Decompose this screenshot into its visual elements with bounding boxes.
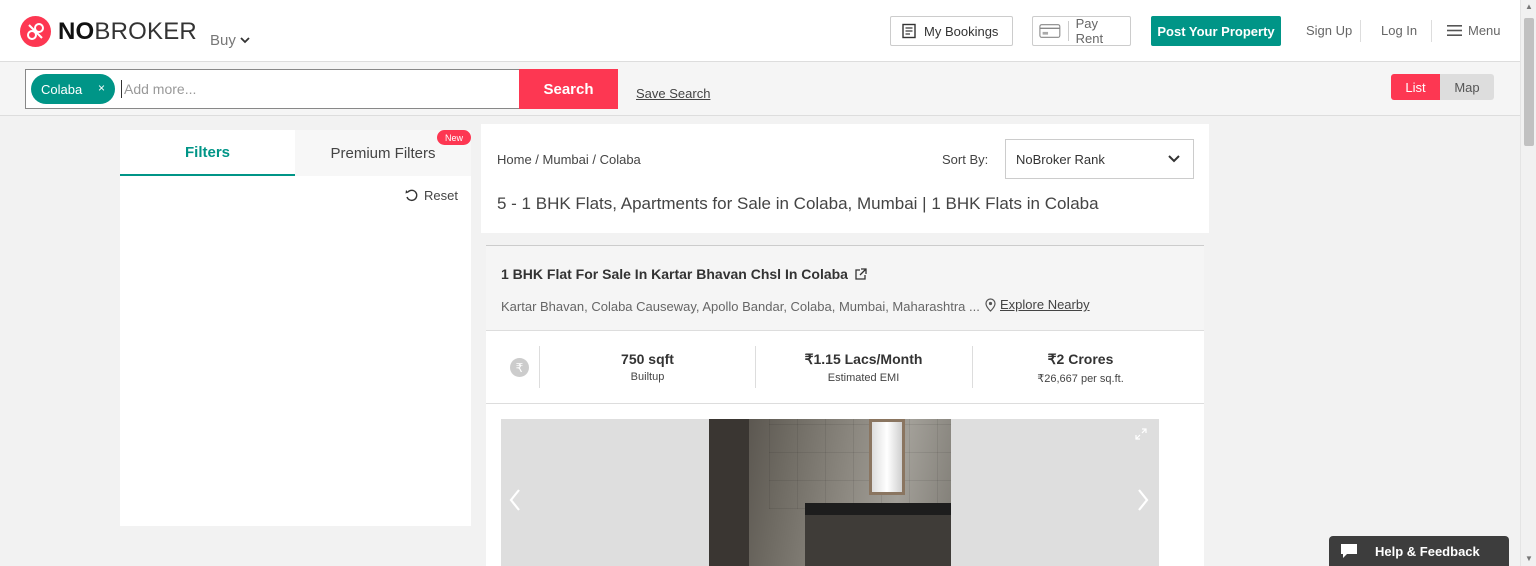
save-search-link[interactable]: Save Search (636, 86, 710, 101)
stat-label: Estimated EMI (827, 372, 900, 384)
log-in-link[interactable]: Log In (1381, 23, 1417, 38)
photo-counter (805, 503, 951, 515)
scroll-up-icon[interactable]: ▲ (1525, 2, 1533, 11)
location-chip[interactable]: Colaba × (31, 74, 115, 104)
sort-select[interactable]: NoBroker Rank (1005, 139, 1194, 179)
listing-stats: ₹ 750 sqft Builtup ₹1.15 Lacs/Month Esti… (486, 332, 1204, 404)
chevron-down-icon (1168, 155, 1180, 163)
location-chip-label: Colaba (41, 81, 83, 97)
reset-label: Reset (424, 188, 458, 203)
results-header: Home / Mumbai / Colaba Sort By: NoBroker… (481, 124, 1209, 233)
my-bookings-label: My Bookings (924, 23, 999, 39)
nobroker-logo[interactable]: NOBROKER (20, 16, 197, 47)
header-divider (1431, 20, 1432, 42)
chat-bubble-icon (1341, 544, 1357, 558)
logo-icon (20, 16, 51, 47)
top-header: NOBROKER Buy My Bookings Pay Rent Post Y… (0, 0, 1520, 62)
stat-area: 750 sqft Builtup (539, 346, 755, 388)
photo-window (869, 419, 905, 495)
logo-text: NOBROKER (58, 17, 197, 45)
search-button[interactable]: Search (519, 69, 618, 109)
chip-close-icon[interactable]: × (98, 81, 105, 95)
header-divider (1360, 20, 1361, 42)
view-toggle: List Map (1391, 74, 1494, 100)
card-icon (1039, 24, 1061, 38)
stat-label: Builtup (630, 371, 665, 383)
search-box[interactable]: Colaba × Add more... (25, 69, 520, 109)
reset-button[interactable]: Reset (405, 188, 458, 203)
buy-label: Buy (210, 32, 236, 49)
new-badge: New (437, 130, 471, 145)
stat-label: ₹26,667 per sq.ft. (1037, 373, 1124, 385)
pay-rent-label: Pay Rent (1075, 16, 1104, 46)
listing-title: 1 BHK Flat For Sale In Kartar Bhavan Chs… (501, 266, 848, 282)
stat-value: 750 sqft (621, 351, 674, 367)
scrollbar-thumb[interactable] (1524, 18, 1534, 146)
list-view-button[interactable]: List (1391, 74, 1440, 100)
photo-gallery[interactable] (501, 419, 1159, 566)
my-bookings-button[interactable]: My Bookings (890, 16, 1013, 46)
stat-value: ₹1.15 Lacs/Month (804, 351, 923, 367)
sign-up-link[interactable]: Sign Up (1306, 23, 1352, 38)
photo-tiles (769, 419, 951, 509)
page-scrollbar[interactable]: ▲ ▼ (1520, 0, 1536, 566)
reset-icon (405, 189, 418, 202)
rupee-icon: ₹ (510, 358, 529, 377)
external-link-icon (855, 267, 867, 280)
listing-card: 1 BHK Flat For Sale In Kartar Bhavan Chs… (486, 245, 1204, 566)
filters-panel: Filters Premium Filters New Reset (120, 130, 471, 526)
buy-dropdown[interactable]: Buy (210, 32, 250, 49)
pay-rent-button[interactable]: Pay Rent (1032, 16, 1131, 46)
stat-emi: ₹1.15 Lacs/Month Estimated EMI (755, 346, 971, 388)
sort-label: Sort By: (942, 152, 989, 167)
menu-button[interactable]: Menu (1447, 23, 1501, 38)
sort-value: NoBroker Rank (1016, 151, 1105, 167)
photo-cabinet (805, 515, 951, 566)
tab-filters[interactable]: Filters (120, 130, 295, 176)
map-view-button[interactable]: Map (1440, 74, 1494, 100)
explore-nearby-link[interactable]: Explore Nearby (985, 297, 1090, 312)
breadcrumb[interactable]: Home / Mumbai / Colaba (497, 152, 641, 167)
photo-shadow (709, 419, 749, 566)
explore-nearby-label: Explore Nearby (1000, 297, 1090, 312)
post-property-button[interactable]: Post Your Property (1151, 16, 1281, 46)
results-title: 5 - 1 BHK Flats, Apartments for Sale in … (497, 194, 1099, 213)
search-input[interactable]: Add more... (121, 80, 196, 98)
menu-label: Menu (1468, 23, 1501, 38)
stat-price: ₹2 Crores ₹26,667 per sq.ft. (972, 346, 1188, 388)
location-pin-icon (985, 297, 996, 312)
chevron-down-icon (240, 37, 250, 44)
listing-address: Kartar Bhavan, Colaba Causeway, Apollo B… (501, 299, 980, 314)
bookings-icon (902, 23, 916, 39)
pay-rent-separator (1067, 21, 1069, 41)
scroll-down-icon[interactable]: ▼ (1525, 554, 1533, 563)
help-feedback-label: Help & Feedback (1375, 543, 1480, 559)
listing-photo[interactable] (709, 419, 951, 566)
hamburger-icon (1447, 25, 1462, 36)
listing-title-link[interactable]: 1 BHK Flat For Sale In Kartar Bhavan Chs… (501, 266, 867, 282)
expand-icon[interactable] (1134, 427, 1148, 441)
stat-value: ₹2 Crores (1047, 351, 1114, 367)
next-arrow-icon[interactable] (1135, 487, 1151, 513)
help-feedback-button[interactable]: Help & Feedback (1329, 536, 1509, 566)
listing-card-header: 1 BHK Flat For Sale In Kartar Bhavan Chs… (486, 246, 1204, 331)
prev-arrow-icon[interactable] (507, 487, 523, 513)
search-bar-row: Colaba × Add more... Search Save Search … (0, 62, 1520, 116)
